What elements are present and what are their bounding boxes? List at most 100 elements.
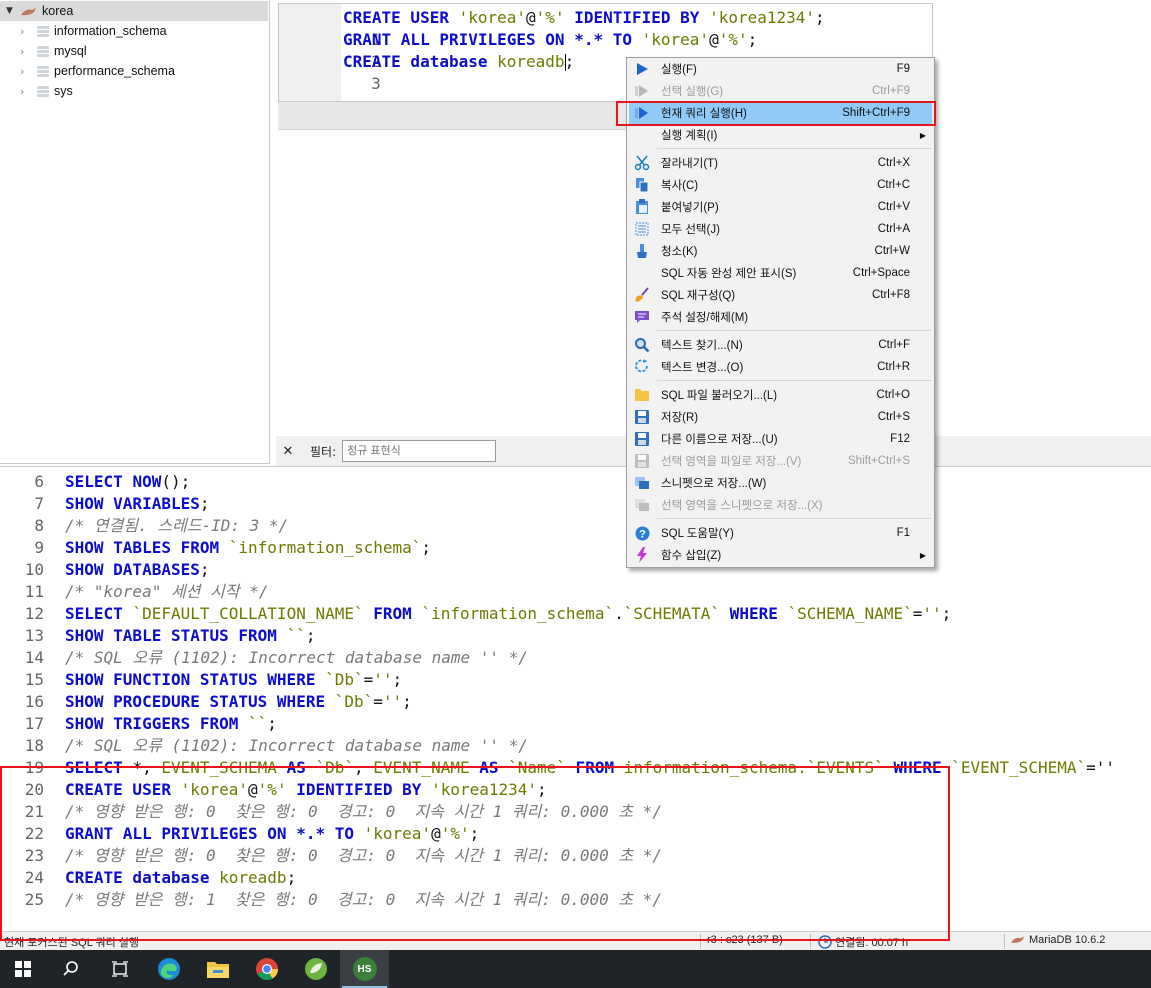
chevron-right-icon[interactable]: › <box>20 25 30 38</box>
menu-item-shortcut: Ctrl+F <box>878 339 910 351</box>
menu-item-select-all[interactable]: 모두 선택(J) Ctrl+A <box>629 218 932 240</box>
filter-label: 필터: <box>310 444 337 459</box>
menu-item-save[interactable]: 저장(R) Ctrl+S <box>629 406 932 428</box>
chevron-right-icon[interactable]: › <box>20 65 30 78</box>
menu-item-explain[interactable]: 실행 계획(I) ▶ <box>629 124 932 146</box>
submenu-arrow-icon: ▶ <box>919 550 926 560</box>
log-line: 17 SHOW TRIGGERS FROM ``; <box>24 714 277 733</box>
log-line: 18/* SQL 오류 (1102): Incorrect database n… <box>24 736 528 755</box>
menu-item-paste[interactable]: 붙여넣기(P) Ctrl+V <box>629 196 932 218</box>
menu-item-copy[interactable]: 복사(C) Ctrl+C <box>629 174 932 196</box>
menu-item-shortcut: Ctrl+W <box>874 245 910 257</box>
menu-item-label: SQL 파일 불러오기...(L) <box>661 390 778 402</box>
identifier: koreadb <box>497 52 565 71</box>
menu-item-save-as[interactable]: 다른 이름으로 저장...(U) F12 <box>629 428 932 450</box>
menu-item-save-selection-as-snippet[interactable]: 선택 영역을 스니펫으로 저장...(X) <box>629 494 932 516</box>
tree-item-label: mysql <box>54 44 87 58</box>
close-filter-icon[interactable]: ✕ <box>276 444 300 459</box>
menu-item-label: 선택 실행(G) <box>661 86 724 98</box>
tree-item-sys[interactable]: › sys <box>0 81 73 101</box>
filter-input[interactable] <box>342 440 497 462</box>
annotation-highlight-log <box>0 766 950 941</box>
menu-item-insert-function[interactable]: 함수 삽입(Z) ▶ <box>629 544 932 566</box>
menu-item-load-sql-file[interactable]: SQL 파일 불러오기...(L) Ctrl+O <box>629 384 932 406</box>
string: 'korea' <box>641 30 710 49</box>
string: '%' <box>535 8 565 27</box>
string: 'korea1234' <box>709 8 816 27</box>
heidisql-label: HS <box>352 957 377 981</box>
svg-text:?: ? <box>639 528 646 540</box>
edge-icon[interactable] <box>144 950 193 988</box>
select-all-icon <box>629 218 655 240</box>
menu-item-replace-text[interactable]: 텍스트 변경...(O) Ctrl+R <box>629 356 932 378</box>
database-icon <box>36 44 50 58</box>
file-explorer-icon[interactable] <box>193 950 242 988</box>
folder-icon <box>629 384 655 406</box>
tree-item-information-schema[interactable]: › information_schema <box>0 21 167 41</box>
chrome-icon[interactable] <box>242 950 291 988</box>
menu-item-label: 다른 이름으로 저장...(U) <box>661 434 778 446</box>
menu-item-save-selection-to-file[interactable]: 선택 영역을 파일로 저장...(V) Shift+Ctrl+S <box>629 450 932 472</box>
tree-item-label: sys <box>54 84 73 98</box>
search-icon[interactable] <box>46 950 95 988</box>
menu-item-label: 저장(R) <box>661 412 699 424</box>
log-line: 16 SHOW PROCEDURE STATUS WHERE `Db`=''; <box>24 692 412 711</box>
snippet-icon <box>629 472 655 494</box>
log-line: 7 SHOW VARIABLES; <box>34 494 210 513</box>
tree-root-label: korea <box>42 4 74 18</box>
editor-line: 3 CREATE database koreadb; <box>279 51 574 93</box>
menu-item-label: SQL 도움말(Y) <box>661 528 734 540</box>
server-version-label: MariaDB 10.6.2 <box>1029 934 1106 946</box>
spring-tool-icon[interactable] <box>291 950 340 988</box>
menu-item-save-as-snippet[interactable]: 스니펫으로 저장...(W) <box>629 472 932 494</box>
task-view-icon[interactable] <box>95 950 144 988</box>
menu-item-toggle-comment[interactable]: 주석 설정/해제(M) <box>629 306 932 328</box>
database-icon <box>36 24 50 38</box>
snippet-selection-icon <box>629 494 655 516</box>
menu-item-label: 모두 선택(J) <box>661 224 720 236</box>
log-line: 6 SELECT NOW(); <box>34 472 191 491</box>
save-icon <box>629 406 655 428</box>
operator: @ <box>709 30 719 49</box>
chevron-right-icon[interactable]: › <box>20 85 30 98</box>
context-menu: 실행(F) F9 선택 실행(G) Ctrl+F9 현재 쿼리 실행(H) Sh… <box>626 57 935 568</box>
copy-icon <box>629 174 655 196</box>
submenu-arrow-icon: ▶ <box>919 130 926 140</box>
menu-item-cut[interactable]: 잘라내기(T) Ctrl+X <box>629 152 932 174</box>
text-cursor <box>565 54 566 71</box>
menu-item-label: 선택 영역을 스니펫으로 저장...(X) <box>661 500 823 512</box>
keyword: CREATE database <box>343 52 498 71</box>
menu-item-autocomplete[interactable]: SQL 자동 완성 제안 표시(S) Ctrl+Space <box>629 262 932 284</box>
editor-line: 1 CREATE USER 'korea'@'%' IDENTIFIED BY … <box>279 7 825 49</box>
chevron-down-icon[interactable]: ▼ <box>6 6 16 16</box>
menu-item-find-text[interactable]: 텍스트 찾기...(N) Ctrl+F <box>629 334 932 356</box>
menu-item-sql-help[interactable]: ? SQL 도움말(Y) F1 <box>629 522 932 544</box>
comment-icon <box>629 306 655 328</box>
menu-item-execute[interactable]: 실행(F) F9 <box>629 58 932 80</box>
menu-item-label: SQL 재구성(Q) <box>661 290 736 302</box>
menu-item-shortcut: Shift+Ctrl+S <box>848 455 910 467</box>
menu-item-label: 함수 삽입(Z) <box>661 550 722 562</box>
lightning-icon <box>629 544 655 566</box>
menu-item-label: 선택 영역을 파일로 저장...(V) <box>661 456 802 468</box>
database-icon <box>36 84 50 98</box>
keyword: GRANT ALL PRIVILEGES ON <box>343 30 575 49</box>
menu-item-shortcut: F12 <box>890 433 910 445</box>
semicolon: ; <box>747 30 758 49</box>
tree-item-label: performance_schema <box>54 64 175 78</box>
menu-item-execute-selection[interactable]: 선택 실행(G) Ctrl+F9 <box>629 80 932 102</box>
semicolon: ; <box>564 52 575 71</box>
menu-item-label: 스니펫으로 저장...(W) <box>661 478 767 490</box>
tree-item-mysql[interactable]: › mysql <box>0 41 87 61</box>
menu-item-reformat-sql[interactable]: SQL 재구성(Q) Ctrl+F8 <box>629 284 932 306</box>
windows-start-icon[interactable] <box>0 950 46 988</box>
log-line: 12 SELECT `DEFAULT_COLLATION_NAME` FROM `… <box>24 604 952 623</box>
tree-root-korea[interactable]: ▼ korea <box>0 1 268 21</box>
tree-item-performance-schema[interactable]: › performance_schema <box>0 61 175 81</box>
menu-item-shortcut: Ctrl+Space <box>852 267 910 279</box>
log-line: 9 SHOW TABLES FROM `information_schema`; <box>34 538 432 557</box>
menu-item-clear[interactable]: 청소(K) Ctrl+W <box>629 240 932 262</box>
heidisql-icon[interactable]: HS <box>340 950 389 988</box>
play-selection-icon <box>629 80 655 102</box>
chevron-right-icon[interactable]: › <box>20 45 30 58</box>
